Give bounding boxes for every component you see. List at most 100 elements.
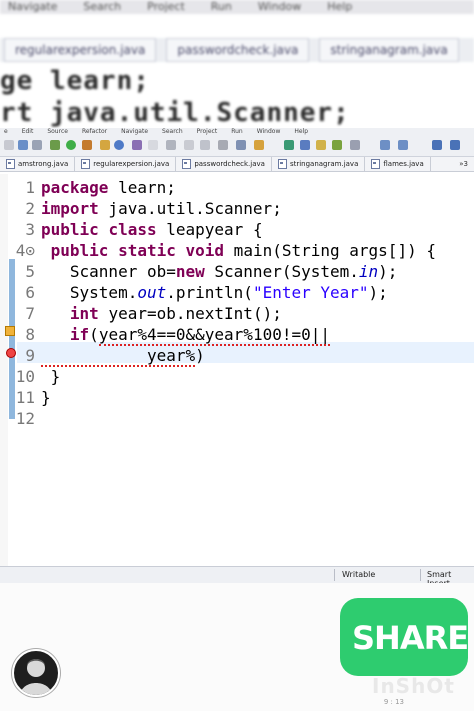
writable-status: Writable: [342, 570, 376, 579]
java-file-icon: [6, 159, 15, 169]
toggle-mark-icon[interactable]: [184, 140, 194, 150]
block-selection-icon[interactable]: [200, 140, 210, 150]
tab-amstrong[interactable]: amstrong.java: [0, 157, 76, 171]
new-class-icon[interactable]: [114, 140, 124, 150]
open-type-icon[interactable]: [132, 140, 142, 150]
code-editor[interactable]: 1 2 3 4⊙ 5 6 7 8 9 10 11 12 package lear…: [0, 174, 474, 570]
status-separator: [334, 569, 335, 581]
nav-back-icon[interactable]: [380, 140, 390, 150]
menu-item[interactable]: e: [4, 128, 8, 136]
java-file-icon: [371, 159, 381, 169]
code-line-1: package learn;: [41, 178, 176, 197]
toolbar: [0, 136, 474, 157]
share-label: SHARE: [352, 619, 469, 657]
new-icon[interactable]: [4, 140, 14, 150]
line-number: 1: [25, 178, 35, 197]
external-tools-icon[interactable]: [82, 140, 92, 150]
line-number: 3: [25, 220, 35, 239]
bg-code-line: ge learn;: [0, 66, 150, 96]
menu-item-window[interactable]: Window: [257, 128, 281, 136]
tab-label: regularexpersion.java: [93, 160, 170, 168]
bg-tab: regularexpersion.java: [4, 38, 157, 62]
show-whitespace-icon[interactable]: [218, 140, 228, 150]
perspective-icon[interactable]: [432, 140, 442, 150]
line-number: 6: [25, 283, 35, 302]
string-literal: "Enter Year": [252, 283, 369, 302]
code-line-10: }: [41, 367, 61, 386]
menu-item-help[interactable]: Help: [294, 128, 308, 136]
menu-item-source[interactable]: Source: [47, 128, 68, 136]
line-number: 5: [25, 262, 35, 281]
tab-overflow-button[interactable]: »3: [453, 157, 474, 171]
bg-menubar: Navigate Search Project Run Window Help: [0, 0, 474, 14]
menu-item-search[interactable]: Search: [162, 128, 183, 136]
nav-forward-icon[interactable]: [398, 140, 408, 150]
bg-menu-item: Navigate: [8, 0, 58, 13]
tab-label: stringanagram.java: [289, 160, 359, 168]
line-number: 10: [15, 367, 35, 386]
line-number: 7: [25, 304, 35, 323]
perspective-debug-icon[interactable]: [300, 140, 310, 150]
cursor-position-status: 9 : 13: [383, 698, 404, 706]
gutter: [0, 174, 8, 570]
pin-editor-icon[interactable]: [316, 140, 326, 150]
bg-menu-item: Run: [210, 0, 232, 13]
line-number: 11: [15, 388, 35, 407]
keyword-token: int: [69, 304, 99, 323]
code-line-5: Scanner ob=new Scanner(System.in);: [41, 262, 398, 281]
bg-menu-item: Window: [257, 0, 302, 13]
new-package-icon[interactable]: [100, 140, 110, 150]
pin-icon[interactable]: [254, 140, 264, 150]
debug-icon[interactable]: [50, 140, 60, 150]
line-number: 12: [15, 409, 35, 428]
perspective-java-icon[interactable]: [284, 140, 294, 150]
keyword-token: static: [118, 241, 176, 260]
menu-item-project[interactable]: Project: [197, 128, 218, 136]
tab-regularexpersion[interactable]: regularexpersion.java: [75, 157, 177, 171]
keyword-token: package: [41, 178, 109, 197]
code-line-7: int year=ob.nextInt();: [69, 304, 282, 323]
perspective-java-ee-icon[interactable]: [450, 140, 460, 150]
annotation-icon[interactable]: [166, 140, 176, 150]
forward-icon[interactable]: [350, 140, 360, 150]
search-icon[interactable]: [148, 140, 158, 150]
static-field-token: in: [358, 262, 379, 281]
error-underline: year%4==0&&year%100!=0||: [98, 325, 330, 346]
save-icon[interactable]: [18, 140, 28, 150]
line-number: 9: [25, 346, 35, 365]
code-line-4: public static void main(String args[]) {: [50, 241, 436, 260]
bg-menu-item: Help: [327, 0, 353, 13]
tab-label: passwordcheck.java: [194, 160, 265, 168]
bg-tab: passwordcheck.java: [166, 38, 310, 62]
keyword-token: public: [50, 241, 109, 260]
tab-label: flames.java: [383, 160, 424, 168]
java-file-icon: [277, 159, 287, 169]
code-line-9: year%): [41, 346, 205, 367]
menu-bar: e Edit Source Refactor Navigate Search P…: [0, 128, 474, 136]
menu-item-run[interactable]: Run: [231, 128, 243, 136]
tab-passwordcheck[interactable]: passwordcheck.java: [176, 157, 272, 171]
keyword-token: if: [69, 325, 90, 344]
code-line-3: public class leapyear {: [41, 220, 263, 239]
inshot-watermark: InShOt: [372, 674, 455, 698]
keyword-token: public: [41, 220, 99, 239]
code-line-2: import java.util.Scanner;: [41, 199, 282, 218]
bg-menu-item: Project: [147, 0, 185, 13]
code-line-11: }: [41, 388, 51, 407]
keyword-token: import: [41, 199, 99, 218]
menu-item-refactor[interactable]: Refactor: [82, 128, 107, 136]
print-icon[interactable]: [32, 140, 42, 150]
tab-flames[interactable]: flames.java: [365, 157, 431, 171]
back-icon[interactable]: [332, 140, 342, 150]
status-bar: Writable Smart Insert: [0, 566, 474, 588]
run-icon[interactable]: [66, 140, 76, 150]
zoomed-background: Navigate Search Project Run Window Help …: [0, 0, 474, 130]
next-annotation-icon[interactable]: [236, 140, 246, 150]
code-line-8: if(year%4==0&&year%100!=0||: [69, 325, 330, 346]
tab-stringanagram[interactable]: stringanagram.java: [272, 157, 366, 171]
avatar-icon: [20, 659, 52, 695]
menu-item-edit[interactable]: Edit: [22, 128, 34, 136]
bg-code-line: rt java.util.Scanner;: [0, 98, 350, 128]
line-number: 4⊙: [15, 241, 35, 260]
menu-item-navigate[interactable]: Navigate: [121, 128, 148, 136]
